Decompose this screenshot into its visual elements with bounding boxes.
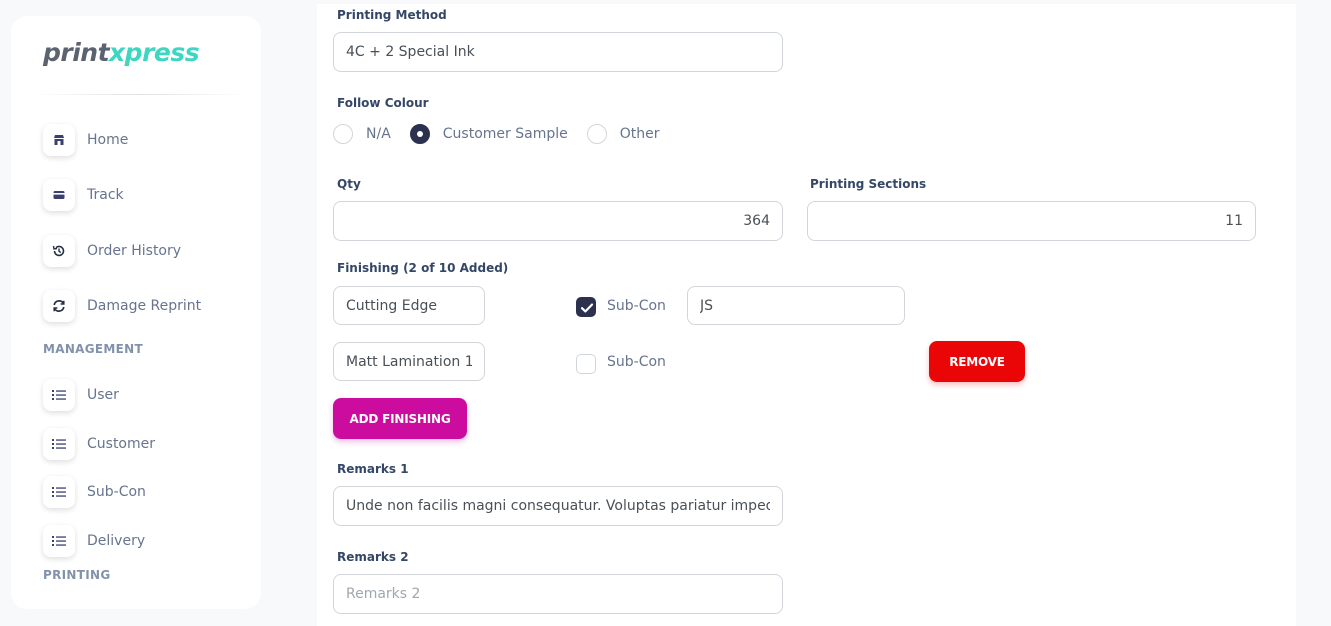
sidebar: printxpress Home Track Order History Dam…	[11, 16, 261, 609]
credit-card-icon	[43, 179, 75, 211]
sidebar-item-label: Track	[87, 187, 124, 203]
sidebar-item-delivery[interactable]: Delivery	[43, 525, 145, 557]
radio-customer-sample[interactable]	[409, 124, 430, 144]
subcon-checkbox[interactable]	[576, 354, 596, 374]
check-icon	[580, 303, 594, 313]
follow-colour-label: Follow Colour	[337, 96, 429, 110]
refresh-icon	[43, 290, 75, 322]
sidebar-item-sub-con[interactable]: Sub-Con	[43, 476, 146, 508]
sidebar-item-home[interactable]: Home	[43, 124, 128, 156]
remarks2-input[interactable]	[333, 574, 783, 614]
sidebar-item-track[interactable]: Track	[43, 179, 124, 211]
sidebar-item-label: Sub-Con	[87, 484, 146, 500]
list-icon	[43, 379, 75, 411]
sidebar-item-label: Home	[87, 132, 129, 148]
subcon-name-input[interactable]	[687, 286, 905, 325]
sidebar-item-label: Damage Reprint	[87, 298, 202, 314]
radio-other[interactable]	[586, 124, 607, 144]
list-icon	[43, 525, 75, 557]
list-icon	[43, 476, 75, 508]
printing-method-input[interactable]	[333, 32, 783, 72]
subcon-checkbox-label: Sub-Con	[607, 354, 666, 370]
sidebar-item-customer[interactable]: Customer	[43, 428, 155, 460]
sidebar-item-damage-reprint[interactable]: Damage Reprint	[43, 290, 201, 322]
remove-finishing-button[interactable]: REMOVE	[929, 341, 1025, 382]
printing-sections-label: Printing Sections	[810, 177, 927, 191]
finishing-name-input[interactable]	[333, 286, 485, 325]
list-icon	[43, 428, 75, 460]
brand-logo-part1: print	[43, 38, 110, 67]
sidebar-item-user[interactable]: User	[43, 379, 119, 411]
sidebar-item-label: Order History	[87, 243, 182, 259]
subcon-checkbox-label: Sub-Con	[607, 298, 666, 314]
qty-label: Qty	[337, 177, 361, 191]
shop-icon	[43, 124, 75, 156]
radio-other-label: Other	[619, 126, 660, 142]
sidebar-divider	[31, 94, 249, 95]
order-form: Printing Method Follow Colour N/A Custom…	[317, 4, 1296, 626]
remarks2-label: Remarks 2	[337, 550, 409, 564]
sidebar-section-management: MANAGEMENT	[43, 342, 143, 356]
qty-input[interactable]	[333, 201, 783, 241]
radio-na-label: N/A	[366, 126, 391, 142]
sidebar-item-label: Delivery	[87, 533, 146, 549]
sidebar-item-order-history[interactable]: Order History	[43, 235, 181, 267]
radio-na[interactable]	[333, 124, 353, 144]
sidebar-item-label: Customer	[87, 436, 156, 452]
brand-logo[interactable]: printxpress	[43, 38, 200, 67]
finishing-name-input[interactable]	[333, 342, 485, 381]
remarks1-label: Remarks 1	[337, 462, 409, 476]
printing-method-label: Printing Method	[337, 8, 447, 22]
brand-logo-part2: xpress	[109, 38, 200, 67]
sidebar-item-label: User	[87, 387, 119, 403]
printing-sections-input[interactable]	[807, 201, 1256, 241]
history-icon	[43, 235, 75, 267]
remarks1-input[interactable]	[333, 486, 783, 526]
sidebar-section-printing: PRINTING	[43, 568, 111, 582]
radio-customer-sample-label: Customer Sample	[442, 126, 568, 142]
add-finishing-button[interactable]: ADD FINISHING	[333, 398, 467, 439]
finishing-label: Finishing (2 of 10 Added)	[337, 261, 509, 275]
follow-colour-radio-group: N/A Customer Sample Other	[333, 123, 679, 145]
subcon-checkbox[interactable]	[576, 297, 596, 317]
